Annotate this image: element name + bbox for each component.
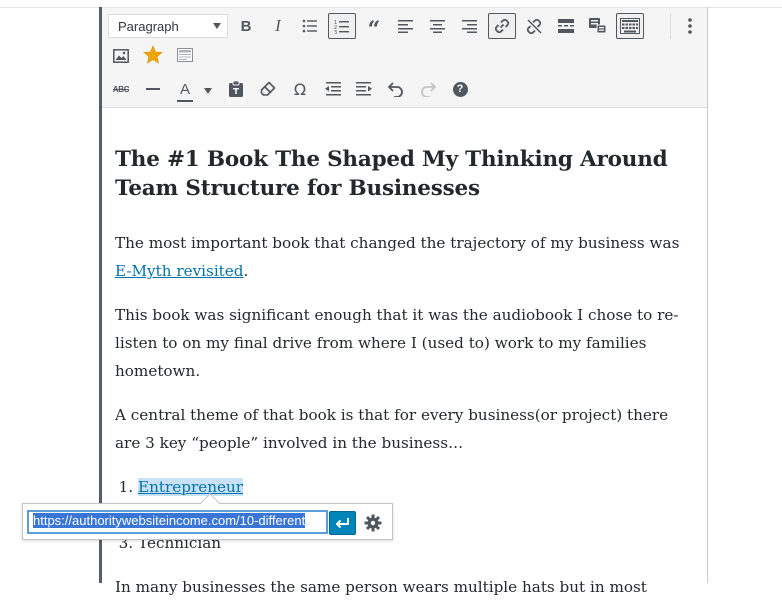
- bulleted-list-icon: [302, 19, 317, 33]
- insert-link-icon: [494, 18, 510, 34]
- italic-icon: I: [275, 16, 281, 35]
- svg-text:3: 3: [334, 30, 337, 34]
- redo-icon: [421, 81, 436, 97]
- keyboard-icon: [620, 18, 640, 34]
- text-color-icon: A: [177, 80, 193, 102]
- paragraph-1-end: .: [243, 262, 249, 280]
- text-color-dropdown-icon[interactable]: [204, 88, 212, 94]
- decrease-indent-icon: [324, 82, 341, 96]
- paste-text-icon: [229, 81, 243, 97]
- add-media-button[interactable]: [107, 43, 135, 69]
- undo-icon: [388, 81, 403, 97]
- remove-link-icon: [526, 18, 542, 34]
- emyth-link[interactable]: E-Myth revisited: [115, 262, 244, 280]
- more-options-icon: [688, 18, 692, 34]
- keyboard-shortcuts-button[interactable]: [616, 13, 644, 39]
- numbered-list-icon: 123: [334, 20, 349, 34]
- help-icon: ?: [452, 81, 468, 97]
- bulleted-list-button[interactable]: [296, 13, 324, 39]
- help-button[interactable]: ?: [446, 76, 474, 102]
- chevron-down-icon: [213, 23, 221, 29]
- insert-page-icon: [177, 48, 193, 62]
- increase-indent-button[interactable]: [350, 76, 378, 102]
- star-icon: [143, 45, 163, 64]
- align-right-icon: [462, 19, 477, 33]
- format-select-value: Paragraph: [118, 18, 179, 34]
- paragraph-4: In many businesses the same person wears…: [115, 578, 647, 596]
- paragraph-2: This book was significant enough that it…: [115, 306, 679, 380]
- numbered-list-button[interactable]: 123: [328, 13, 356, 39]
- gear-icon: [364, 514, 382, 532]
- format-select[interactable]: Paragraph: [108, 14, 228, 38]
- toolbar-toggle-icon: [589, 18, 607, 34]
- insert-link-button[interactable]: [488, 13, 516, 39]
- clear-formatting-button[interactable]: [254, 76, 282, 102]
- read-more-button[interactable]: [552, 13, 580, 39]
- align-left-button[interactable]: [392, 13, 420, 39]
- help-label: ?: [456, 83, 464, 95]
- clear-formatting-icon: [260, 81, 276, 96]
- align-left-icon: [398, 19, 413, 33]
- strikethrough-icon: ABC: [112, 85, 130, 94]
- read-more-icon: [558, 19, 574, 33]
- link-edit-popover: https://authoritywebsiteincome.com/10-di…: [22, 493, 393, 540]
- align-center-button[interactable]: [424, 13, 452, 39]
- paragraph-3: A central theme of that book is that for…: [115, 406, 669, 452]
- link-settings-button[interactable]: [362, 512, 384, 534]
- entrepreneur-link[interactable]: Entrepreneur: [138, 478, 243, 496]
- increase-indent-icon: [355, 82, 372, 96]
- star-button[interactable]: [139, 42, 167, 68]
- paragraph-1: The most important book that changed the…: [115, 229, 697, 285]
- redo-button: [414, 76, 442, 102]
- italic-button[interactable]: I: [264, 13, 292, 39]
- bold-icon: B: [240, 17, 252, 35]
- blockquote-button[interactable]: “: [360, 13, 388, 43]
- text-color-letter: A: [179, 80, 190, 98]
- undo-button[interactable]: [382, 76, 410, 102]
- align-right-button[interactable]: [456, 13, 484, 39]
- more-options-button[interactable]: [676, 13, 704, 39]
- paste-as-text-button[interactable]: [222, 76, 250, 102]
- special-character-icon: Ω: [293, 79, 307, 99]
- toolbar-toggle-button[interactable]: [584, 13, 612, 39]
- insert-page-button[interactable]: [171, 42, 199, 68]
- paragraph-1-text: The most important book that changed the…: [115, 234, 680, 252]
- post-heading: The #1 Book The Shaped My Thinking Aroun…: [115, 147, 668, 201]
- url-input-value: https://authoritywebsiteincome.com/10-di…: [33, 513, 306, 528]
- toolbar-separator: [670, 13, 671, 39]
- url-input[interactable]: https://authoritywebsiteincome.com/10-di…: [27, 510, 328, 534]
- editor-toolbar: Paragraph B I 123 “ ABC A Ω ?: [102, 8, 707, 108]
- enter-arrow-icon: [335, 517, 349, 528]
- editor-right-border: [707, 7, 708, 583]
- text-color-button[interactable]: A: [171, 76, 199, 102]
- strikethrough-button[interactable]: ABC: [107, 76, 135, 102]
- apply-link-button[interactable]: [329, 511, 356, 535]
- special-character-button[interactable]: Ω: [286, 76, 314, 102]
- list-item: Entrepreneur: [138, 473, 697, 501]
- add-media-icon: [113, 49, 129, 63]
- horizontal-line-button[interactable]: [139, 76, 167, 102]
- remove-link-button[interactable]: [520, 13, 548, 39]
- blockquote-icon: “: [367, 17, 381, 43]
- align-center-icon: [430, 19, 445, 33]
- horizontal-line-icon: [146, 88, 160, 90]
- bold-button[interactable]: B: [232, 13, 260, 39]
- decrease-indent-button[interactable]: [318, 76, 346, 102]
